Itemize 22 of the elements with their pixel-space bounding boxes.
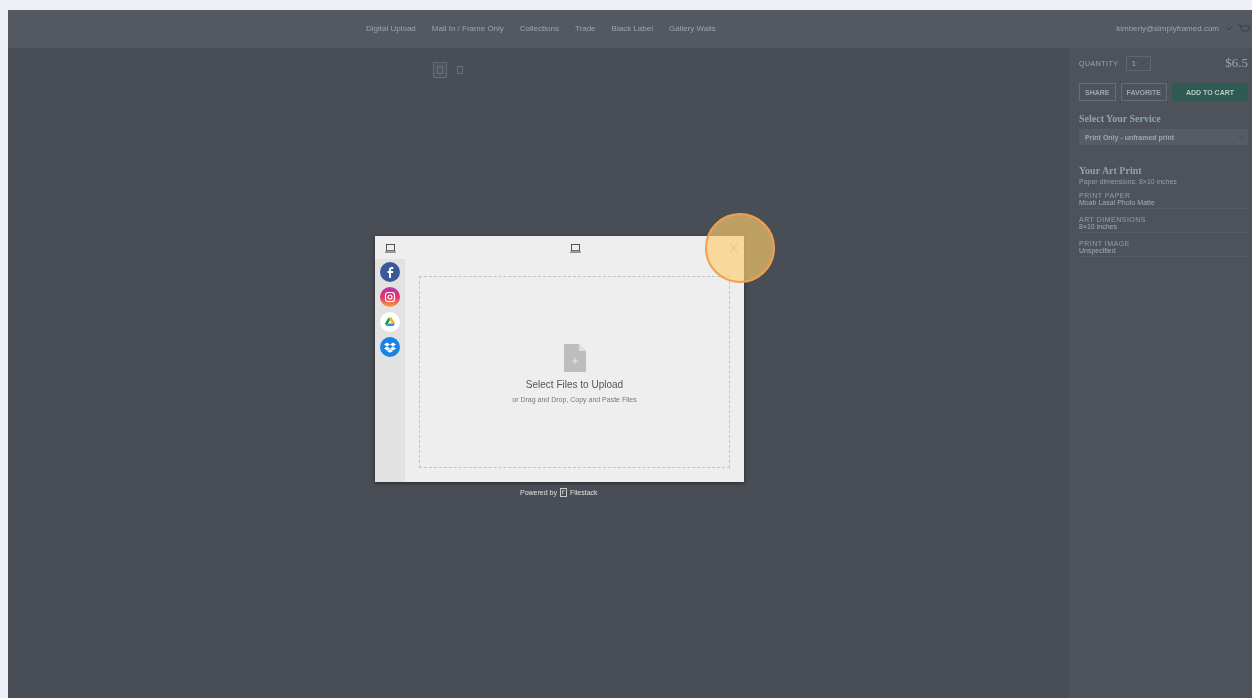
instagram-icon[interactable] (380, 287, 400, 307)
nav-link[interactable]: Gallery Walls (668, 24, 716, 33)
price: $6.5 (1225, 55, 1248, 71)
drive-icon[interactable] (380, 312, 400, 332)
nav-link[interactable]: Black Label (611, 24, 653, 33)
nav-link[interactable]: Mail In / Frame Only (431, 24, 504, 33)
section-title: Select Your Service (1079, 113, 1162, 124)
drop-title: Select Files to Upload (525, 379, 624, 390)
account-menu[interactable]: kimberly@simplyframed.com (1116, 24, 1219, 33)
laptop-icon[interactable] (385, 243, 396, 253)
image-thumbnail[interactable] (433, 62, 447, 78)
chevron-down-icon (1225, 26, 1233, 31)
nav-link[interactable]: Digital Upload (366, 24, 416, 33)
nav-link[interactable]: Collections (519, 24, 559, 33)
facebook-icon[interactable] (380, 262, 400, 282)
file-add-icon (563, 344, 586, 372)
filestack-logo-icon (559, 488, 567, 497)
dropbox-icon[interactable] (380, 337, 400, 357)
section-title: Your Art Print (1079, 165, 1143, 176)
nav-link[interactable]: Trade (574, 24, 596, 33)
laptop-icon (570, 244, 581, 253)
quantity-select[interactable]: 1 (1126, 55, 1151, 71)
